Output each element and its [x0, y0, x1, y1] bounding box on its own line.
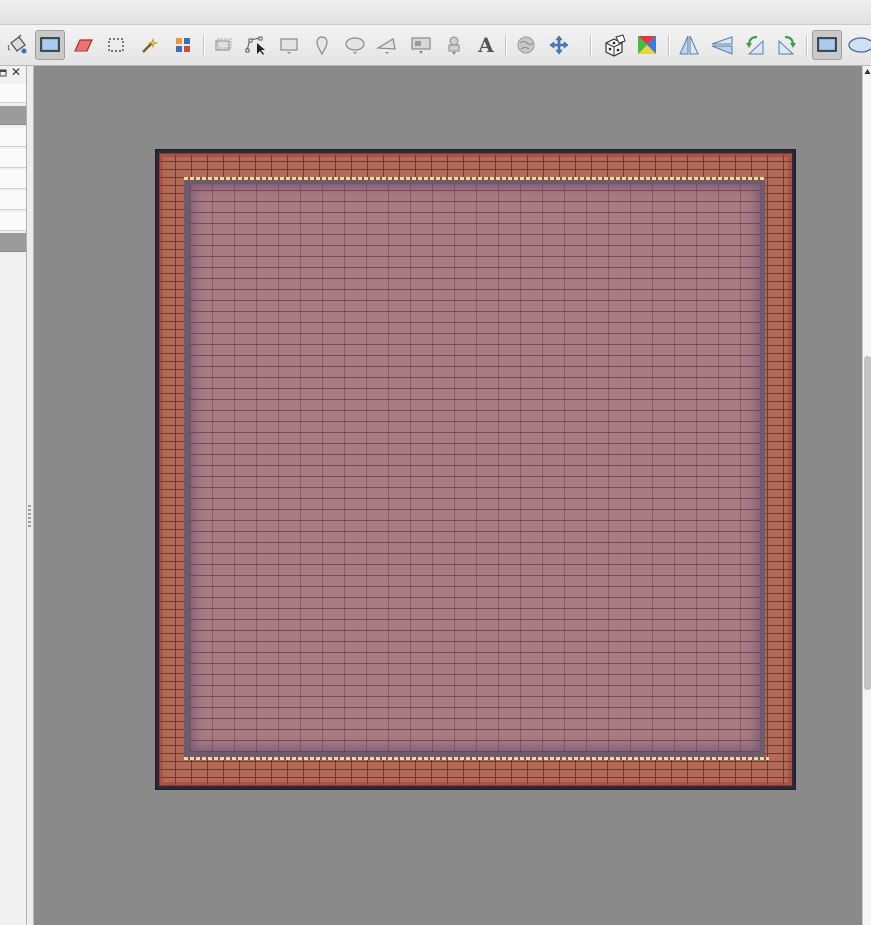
rectangle-select-icon — [108, 38, 124, 52]
select-same-tile-button[interactable] — [168, 30, 198, 60]
toolbar-separator — [505, 35, 507, 57]
list-item-selected[interactable] — [0, 106, 26, 125]
rail-top — [184, 177, 765, 180]
eraser-icon — [74, 39, 93, 52]
rotate-left-button[interactable] — [740, 30, 770, 60]
splitter-grip-icon[interactable] — [28, 505, 31, 527]
wang-fill-button[interactable] — [632, 30, 662, 60]
insert-rectangle-icon — [280, 38, 298, 54]
insert-rectangle-button[interactable] — [274, 30, 304, 60]
flip-horizontal-icon — [679, 35, 699, 55]
edit-polygons-icon — [245, 36, 265, 55]
rotate-right-button[interactable] — [772, 30, 802, 60]
list-item[interactable] — [0, 191, 26, 210]
side-panel — [0, 66, 27, 925]
close-icon[interactable]: ✕ — [11, 65, 21, 79]
list-item[interactable] — [0, 149, 26, 168]
toolbar-separator — [806, 35, 808, 57]
random-mode-icon — [605, 34, 626, 57]
map-canvas[interactable] — [155, 149, 796, 790]
bucket-fill-icon — [7, 34, 27, 54]
list-item[interactable] — [0, 170, 26, 189]
toolbar-separator — [203, 35, 205, 57]
select-objects-icon — [215, 38, 232, 51]
edit-polygons-button[interactable] — [241, 30, 271, 60]
stamp-brush-button[interactable] — [35, 30, 65, 60]
list-item[interactable] — [0, 128, 26, 147]
float-panel-icon[interactable] — [0, 68, 7, 78]
rectangle-select-button[interactable] — [101, 30, 131, 60]
ellipse-shape-icon — [848, 37, 871, 53]
insert-ellipse-icon — [345, 37, 365, 54]
tools-toolbar: A — [0, 25, 871, 66]
rotate-right-icon — [778, 35, 796, 55]
random-mode-button[interactable] — [600, 30, 630, 60]
list-item[interactable] — [0, 212, 26, 231]
magic-wand-button[interactable] — [134, 30, 164, 60]
insert-tile-icon — [411, 37, 431, 54]
scroll-up-arrow-icon[interactable] — [864, 68, 871, 76]
bucket-fill-button[interactable] — [2, 30, 32, 60]
panel-splitter[interactable] — [27, 66, 34, 925]
rectangle-shape-button[interactable] — [812, 30, 842, 60]
insert-text-icon: A — [478, 33, 494, 57]
eraser-button[interactable] — [68, 30, 98, 60]
insert-template-icon — [448, 36, 460, 55]
world-tool-button[interactable] — [511, 30, 541, 60]
move-icon — [549, 35, 569, 55]
rail-bottom — [184, 757, 769, 760]
list-item[interactable] — [0, 84, 26, 103]
insert-ellipse-button[interactable] — [340, 30, 370, 60]
floor-tiles — [190, 184, 760, 752]
list-item-selected[interactable] — [0, 233, 26, 252]
select-same-tile-icon — [176, 38, 190, 52]
insert-point-icon — [316, 36, 328, 56]
insert-text-button[interactable]: A — [471, 30, 501, 60]
flip-horizontal-button[interactable] — [674, 30, 704, 60]
panel-title-controls: ✕ — [0, 65, 26, 82]
insert-template-button[interactable] — [439, 30, 469, 60]
ellipse-shape-button[interactable] — [845, 30, 871, 60]
flip-vertical-icon — [711, 36, 733, 55]
stamp-brush-icon — [40, 37, 60, 52]
rotate-left-icon — [746, 35, 764, 55]
scrollbar-thumb[interactable] — [864, 356, 871, 690]
menu-strip — [0, 0, 871, 25]
insert-point-button[interactable] — [307, 30, 337, 60]
toolbar-separator — [590, 35, 592, 57]
insert-polygon-button[interactable] — [372, 30, 402, 60]
insert-tile-button[interactable] — [406, 30, 436, 60]
wang-fill-icon — [638, 36, 656, 54]
rectangle-shape-icon — [817, 37, 837, 52]
magic-wand-icon — [142, 38, 158, 53]
move-button[interactable] — [544, 30, 574, 60]
flip-vertical-button[interactable] — [707, 30, 737, 60]
toolbar-separator — [668, 35, 670, 57]
vertical-scrollbar[interactable] — [862, 66, 871, 925]
insert-polygon-icon — [376, 38, 396, 54]
world-tool-icon — [517, 36, 535, 54]
select-objects-button[interactable] — [208, 30, 238, 60]
